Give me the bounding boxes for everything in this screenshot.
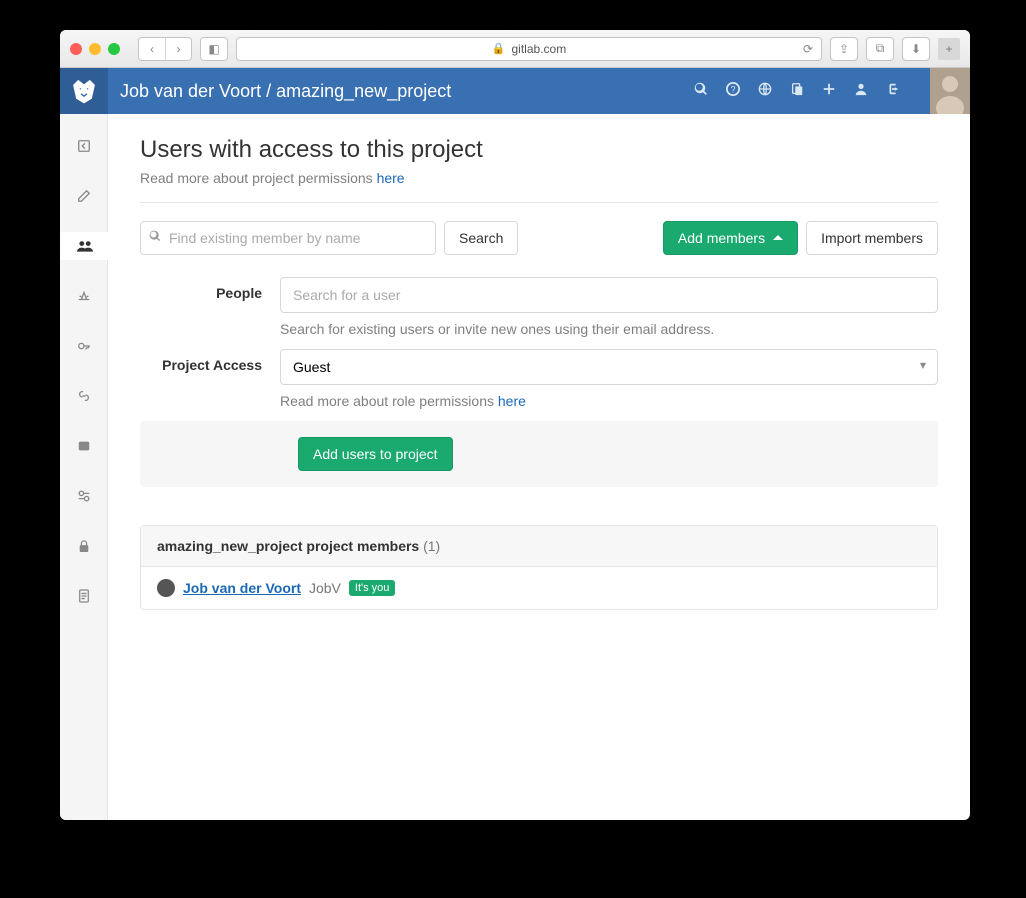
sidebar-item-docs[interactable]	[60, 582, 108, 610]
sidebar-item-webhooks[interactable]	[60, 382, 108, 410]
sidebar-item-deploy[interactable]	[60, 282, 108, 310]
permissions-help-link[interactable]: here	[377, 170, 405, 186]
signout-icon[interactable]	[886, 82, 900, 101]
header-actions: ?	[694, 68, 970, 114]
sidebar-item-back[interactable]	[60, 132, 108, 160]
page-subtitle: Read more about project permissions here	[140, 170, 938, 186]
help-icon[interactable]: ?	[726, 82, 740, 101]
breadcrumb: Job van der Voort / amazing_new_project	[120, 81, 451, 102]
window-controls	[70, 43, 120, 55]
new-tab-button[interactable]: +	[938, 38, 960, 60]
page-title: Users with access to this project	[140, 136, 938, 164]
submit-bar: Add users to project	[140, 421, 938, 487]
member-row: Job van der Voort JobV It's you	[141, 567, 937, 609]
downloads-group: ⬇	[902, 37, 930, 61]
add-users-button[interactable]: Add users to project	[298, 437, 453, 471]
reload-icon[interactable]: ⟳	[803, 42, 813, 56]
tabs-group: ⧉	[866, 37, 894, 61]
sidebar-toggle-button[interactable]: ◧	[201, 38, 227, 60]
people-row: People Search for existing users or invi…	[140, 277, 938, 337]
browser-toolbar: ‹ › ◧ 🔒 gitlab.com ⟳ ⇪ ⧉ ⬇ +	[60, 30, 970, 68]
nav-back-forward: ‹ ›	[138, 37, 192, 61]
app-body: Users with access to this project Read m…	[60, 114, 970, 820]
filter-wrap	[140, 221, 436, 255]
sidebar-item-members[interactable]	[60, 232, 108, 260]
access-label: Project Access	[140, 349, 280, 409]
sidebar-item-settings[interactable]	[60, 482, 108, 510]
members-toolbar: Search Add members Import members	[140, 221, 938, 255]
search-icon[interactable]	[694, 82, 708, 101]
add-members-button[interactable]: Add members	[663, 221, 798, 255]
lock-icon: 🔒	[492, 42, 506, 55]
share-button[interactable]: ⇪	[831, 38, 857, 60]
people-input[interactable]	[280, 277, 938, 313]
divider	[140, 202, 938, 203]
back-button[interactable]: ‹	[139, 38, 165, 60]
filter-input[interactable]	[140, 221, 436, 255]
gitlab-header: Job van der Voort / amazing_new_project …	[60, 68, 970, 114]
share-group: ⇪	[830, 37, 858, 61]
members-header: amazing_new_project project members (1)	[141, 526, 937, 567]
user-avatar[interactable]	[930, 68, 970, 114]
sidebar-item-edit[interactable]	[60, 182, 108, 210]
access-row: Project Access Guest Read more about rol…	[140, 349, 938, 409]
members-panel: amazing_new_project project members (1) …	[140, 525, 938, 610]
search-button[interactable]: Search	[444, 221, 518, 255]
close-window-button[interactable]	[70, 43, 82, 55]
sidebar-toggle-group: ◧	[200, 37, 228, 61]
member-name[interactable]: Job van der Voort	[183, 580, 301, 596]
forward-button[interactable]: ›	[165, 38, 191, 60]
minimize-window-button[interactable]	[89, 43, 101, 55]
role-help-link[interactable]: here	[498, 393, 526, 409]
access-select[interactable]: Guest	[280, 349, 938, 385]
user-icon[interactable]	[854, 82, 868, 101]
maximize-window-button[interactable]	[108, 43, 120, 55]
svg-text:?: ?	[731, 84, 736, 94]
project-sidebar	[60, 114, 108, 820]
breadcrumb-project[interactable]: amazing_new_project	[276, 81, 451, 101]
safari-window: ‹ › ◧ 🔒 gitlab.com ⟳ ⇪ ⧉ ⬇ + Job van der…	[60, 30, 970, 820]
access-help: Read more about role permissions here	[280, 393, 938, 409]
tabs-button[interactable]: ⧉	[867, 38, 893, 60]
globe-icon[interactable]	[758, 82, 772, 101]
sidebar-item-git[interactable]	[60, 432, 108, 460]
member-avatar	[157, 579, 175, 597]
clipboard-icon[interactable]	[790, 82, 804, 101]
search-icon	[149, 230, 161, 245]
its-you-badge: It's you	[349, 580, 396, 596]
address-bar[interactable]: 🔒 gitlab.com ⟳	[236, 37, 822, 61]
gitlab-logo[interactable]	[60, 68, 108, 114]
breadcrumb-owner[interactable]: Job van der Voort	[120, 81, 261, 101]
people-help: Search for existing users or invite new …	[280, 321, 938, 337]
sidebar-item-protected[interactable]	[60, 532, 108, 560]
downloads-button[interactable]: ⬇	[903, 38, 929, 60]
plus-icon[interactable]	[822, 82, 836, 101]
url-host: gitlab.com	[512, 42, 567, 56]
people-label: People	[140, 277, 280, 337]
sidebar-item-keys[interactable]	[60, 332, 108, 360]
import-members-button[interactable]: Import members	[806, 221, 938, 255]
access-select-wrap: Guest	[280, 349, 938, 385]
member-username: JobV	[309, 580, 341, 596]
main-content: Users with access to this project Read m…	[108, 114, 970, 820]
